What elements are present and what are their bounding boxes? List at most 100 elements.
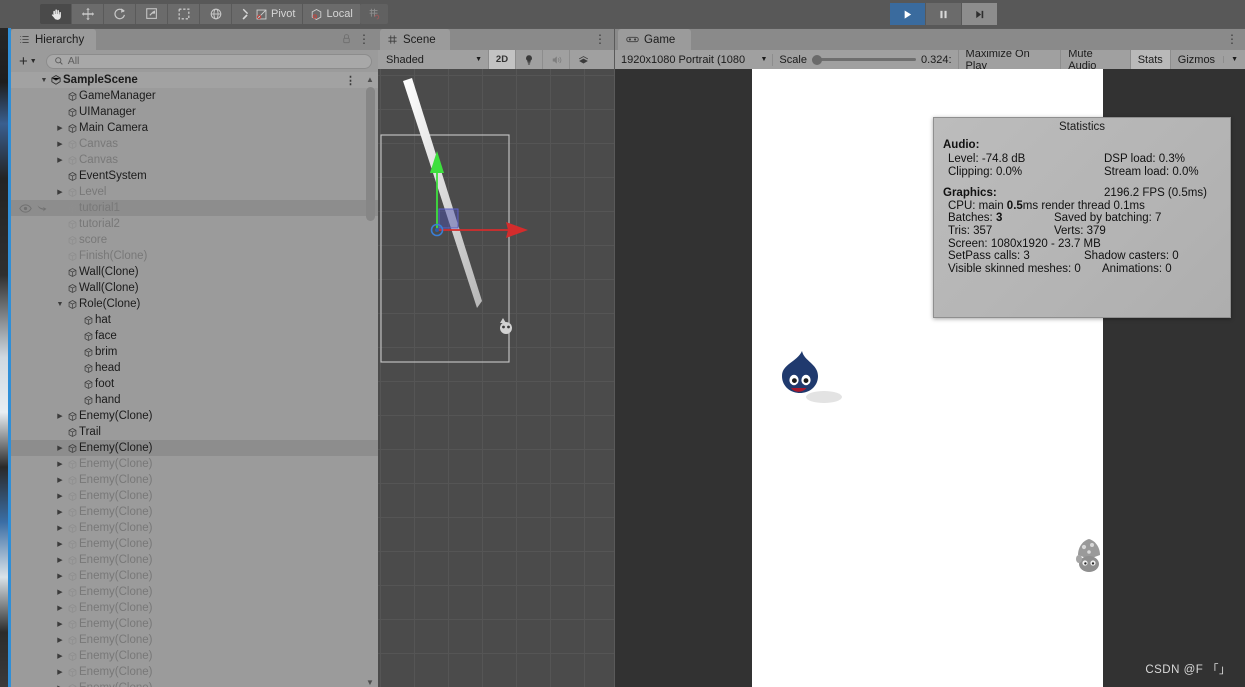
scene-2d-toggle[interactable]: 2D [488,50,515,69]
twisty-closed-icon[interactable]: ▶ [55,588,65,596]
twisty-open-icon[interactable]: ▼ [39,77,49,84]
hand-tool-button[interactable] [40,4,72,24]
hierarchy-item[interactable]: Finish(Clone) [11,248,378,264]
twisty-closed-icon[interactable]: ▶ [55,412,65,420]
game-resolution-dropdown[interactable]: 1920x1080 Portrait (1080 ▼ [615,53,774,66]
hierarchy-item[interactable]: ▶Enemy(Clone) [11,568,378,584]
space-toggle-button[interactable]: Local [303,4,361,24]
step-button[interactable] [962,3,998,25]
hierarchy-item[interactable]: brim [11,344,378,360]
hierarchy-item[interactable]: ▶Enemy(Clone) [11,664,378,680]
chevron-down-icon[interactable]: ▼ [1223,56,1238,63]
scale-slider[interactable] [811,54,916,65]
twisty-closed-icon[interactable]: ▶ [55,572,65,580]
twisty-closed-icon[interactable]: ▶ [55,668,65,676]
twisty-closed-icon[interactable]: ▶ [55,444,65,452]
hierarchy-item[interactable]: face [11,328,378,344]
hierarchy-item[interactable]: hat [11,312,378,328]
maximize-on-play-button[interactable]: Maximize On Play [959,48,1062,72]
hierarchy-scroll-thumb[interactable] [366,87,375,221]
hierarchy-item[interactable]: ▼ SampleScene ⋮ [11,72,378,88]
hierarchy-item[interactable]: ▶ Main Camera [11,120,378,136]
hierarchy-item[interactable]: ▶Enemy(Clone) [11,456,378,472]
hierarchy-item[interactable]: ▶Enemy(Clone) [11,616,378,632]
hierarchy-item[interactable]: Trail [11,424,378,440]
twisty-closed-icon[interactable]: ▶ [55,604,65,612]
hierarchy-item[interactable]: tutorial1 [11,200,378,216]
game-options-menu[interactable]: ⋮ [1226,32,1238,46]
twisty-closed-icon[interactable]: ▶ [55,476,65,484]
hierarchy-scrollbar[interactable]: ▲ ▼ [365,75,376,687]
grid-snap-button[interactable] [360,4,388,24]
twisty-closed-icon[interactable]: ▶ [55,620,65,628]
transform-tool-button[interactable] [200,4,232,24]
pivot-toggle-button[interactable]: Pivot [248,4,304,24]
hierarchy-item[interactable]: ▶Enemy(Clone) [11,680,378,687]
scene-options-menu[interactable]: ⋮ [594,32,606,46]
hierarchy-item[interactable]: ▶Enemy(Clone) [11,600,378,616]
hierarchy-item[interactable]: ▶Enemy(Clone) [11,472,378,488]
hierarchy-item[interactable]: ▶Enemy(Clone) [11,584,378,600]
hierarchy-item[interactable]: ▶Enemy(Clone) [11,648,378,664]
gizmos-button[interactable]: Gizmos ▼ [1171,50,1245,69]
hierarchy-item[interactable]: ▶Enemy(Clone) [11,520,378,536]
scene-context-menu[interactable]: ⋮ [345,74,356,87]
hierarchy-item[interactable]: GameManager [11,88,378,104]
hierarchy-item[interactable]: ▶Enemy(Clone) [11,552,378,568]
hierarchy-search-input[interactable]: All [45,53,372,69]
scroll-down-arrow-icon[interactable]: ▼ [366,678,374,687]
hierarchy-item[interactable]: ▶ Canvas [11,152,378,168]
rect-tool-button[interactable] [168,4,200,24]
hierarchy-item[interactable]: ▶Enemy(Clone) [11,440,378,456]
twisty-closed-icon[interactable]: ▶ [55,140,65,148]
scroll-up-arrow-icon[interactable]: ▲ [366,75,374,84]
twisty-closed-icon[interactable]: ▶ [55,492,65,500]
move-tool-button[interactable] [72,4,104,24]
lock-icon[interactable] [341,33,352,48]
scale-slider-knob[interactable] [811,54,822,65]
visibility-toggles[interactable] [19,200,48,216]
scene-audio-toggle[interactable] [542,50,569,69]
scene-fx-toggle[interactable] [569,50,596,69]
hierarchy-item[interactable]: ▶Enemy(Clone) [11,632,378,648]
twisty-closed-icon[interactable]: ▶ [55,652,65,660]
hierarchy-item[interactable]: foot [11,376,378,392]
hierarchy-item[interactable]: ▶Enemy(Clone) [11,488,378,504]
scene-viewport[interactable] [378,69,614,687]
twisty-closed-icon[interactable]: ▶ [55,156,65,164]
twisty-open-icon[interactable]: ▼ [55,301,65,308]
game-scale-control[interactable]: Scale 0.324: [773,50,959,69]
hierarchy-item[interactable]: hand [11,392,378,408]
stats-button[interactable]: Stats [1130,50,1171,69]
hierarchy-options-menu[interactable]: ⋮ [358,32,370,46]
hierarchy-item[interactable]: ▶Enemy(Clone) [11,504,378,520]
twisty-closed-icon[interactable]: ▶ [55,556,65,564]
add-gameobject-button[interactable]: + ▼ [17,53,39,70]
hierarchy-item[interactable]: ▶Enemy(Clone) [11,408,378,424]
hierarchy-item[interactable]: ▶Enemy(Clone) [11,536,378,552]
play-button[interactable] [890,3,926,25]
hierarchy-item[interactable]: score [11,232,378,248]
mute-audio-button[interactable]: Mute Audio [1061,48,1131,72]
hierarchy-item[interactable]: Wall(Clone) [11,280,378,296]
scene-lighting-toggle[interactable] [515,50,542,69]
hierarchy-item[interactable]: UIManager [11,104,378,120]
hierarchy-item[interactable]: ▶ Canvas [11,136,378,152]
game-viewport[interactable]: Statistics Audio: Level: -74.8 dB DSP lo… [615,69,1245,687]
hierarchy-tree[interactable]: ▼ SampleScene ⋮ GameManager UIManager ▶ Main C… [11,72,378,687]
rotate-tool-button[interactable] [104,4,136,24]
twisty-closed-icon[interactable]: ▶ [55,124,65,132]
hierarchy-item[interactable]: Wall(Clone) [11,264,378,280]
hierarchy-item[interactable]: EventSystem [11,168,378,184]
hierarchy-item[interactable]: head [11,360,378,376]
scene-draw-mode-dropdown[interactable]: Shaded ▼ [378,54,488,66]
hierarchy-item[interactable]: tutorial2 [11,216,378,232]
twisty-closed-icon[interactable]: ▶ [55,524,65,532]
twisty-closed-icon[interactable]: ▶ [55,636,65,644]
twisty-closed-icon[interactable]: ▶ [55,508,65,516]
twisty-closed-icon[interactable]: ▶ [55,188,65,196]
twisty-closed-icon[interactable]: ▶ [55,540,65,548]
tab-game[interactable]: Game [618,29,692,50]
tab-scene[interactable]: Scene [380,29,450,50]
hierarchy-item[interactable]: ▼ Role(Clone) [11,296,378,312]
